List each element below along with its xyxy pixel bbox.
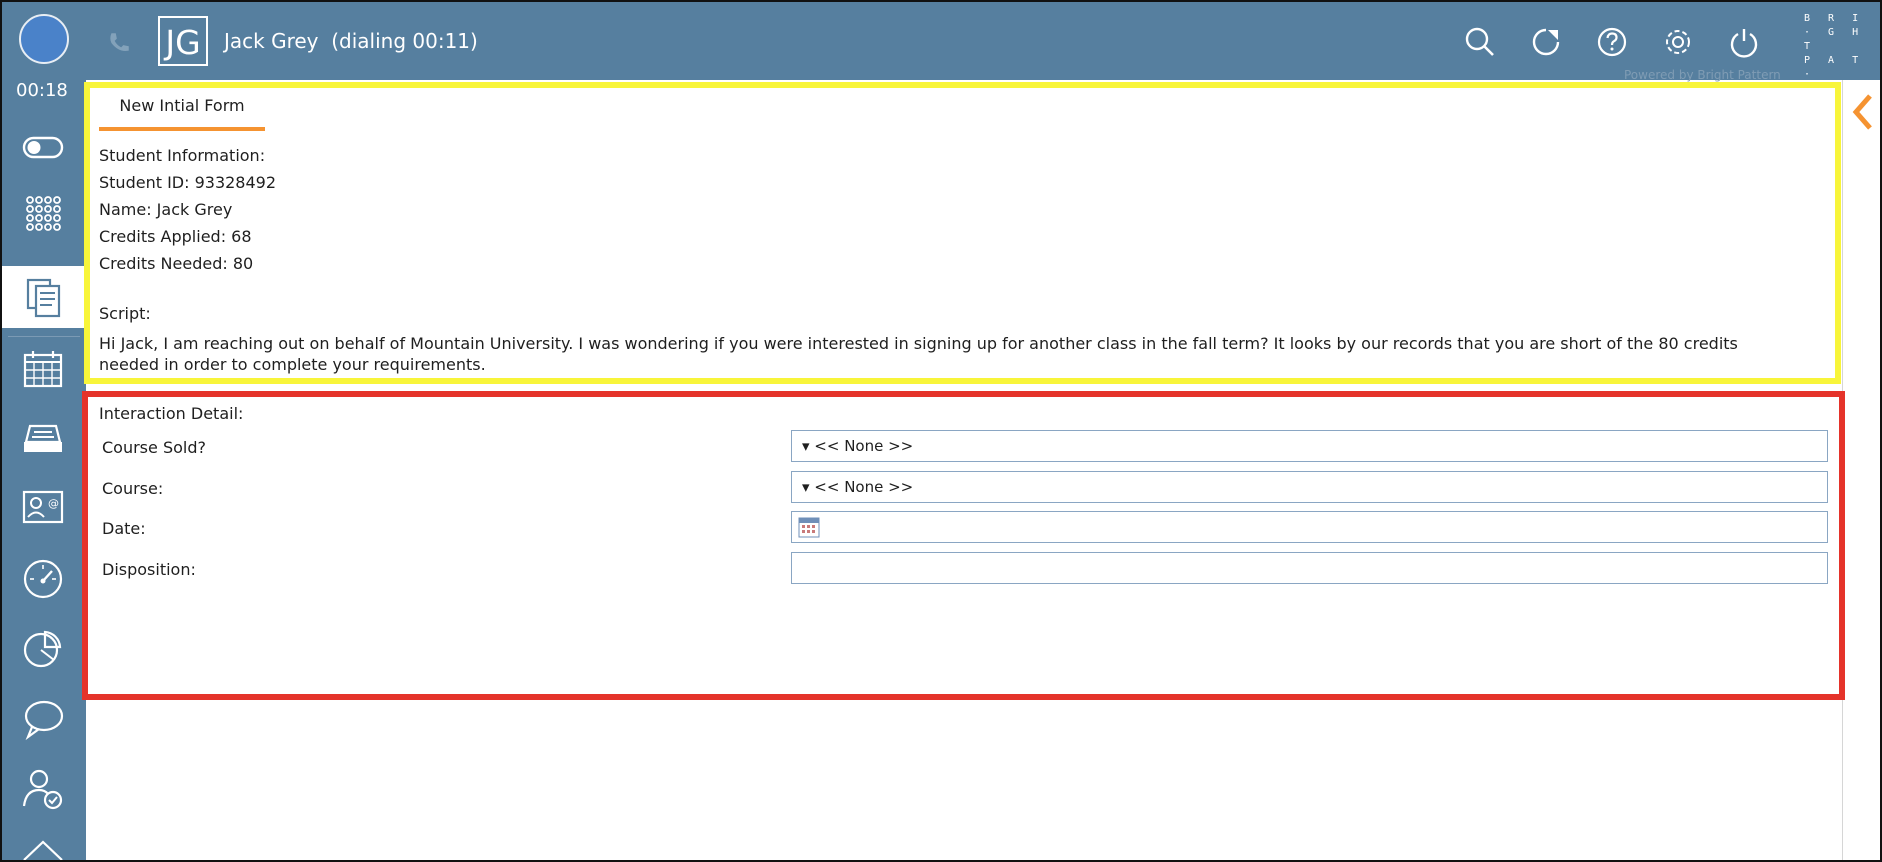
forms-icon: [26, 278, 61, 318]
caller-info: Jack Grey (dialing 00:11): [224, 29, 478, 53]
call-timer: 00:18: [16, 80, 68, 101]
course-select[interactable]: ▾ << None >>: [791, 471, 1828, 503]
disposition-field[interactable]: [791, 552, 1828, 584]
inbox-icon[interactable]: [20, 416, 66, 462]
sidebar-item-forms[interactable]: [2, 266, 86, 328]
sidebar: 00:18 @: [2, 80, 86, 860]
disposition-label: Disposition:: [102, 560, 196, 579]
date-label: Date:: [102, 519, 146, 538]
call-status: (dialing 00:11): [331, 29, 478, 53]
collapse-chevron-icon[interactable]: [1850, 92, 1876, 132]
course-sold-label: Course Sold?: [102, 438, 206, 457]
course-sold-value: ▾ << None >>: [802, 437, 914, 455]
active-tab-indicator: [99, 127, 265, 131]
date-field[interactable]: [791, 511, 1828, 543]
script-heading: Script:: [99, 304, 151, 323]
powered-by-text: Powered by Bright Pattern: [1624, 68, 1781, 82]
student-id-text: Student ID: 93328492: [99, 173, 277, 192]
brand-line: · G H T: [1804, 27, 1865, 52]
agent-avatar[interactable]: [19, 14, 69, 64]
chat-icon[interactable]: [20, 696, 66, 742]
date-picker-icon[interactable]: [798, 516, 820, 538]
top-bar: JG Jack Grey (dialing 00:11) B R I · G H…: [2, 2, 1880, 108]
credits-applied-text: Credits Applied: 68: [99, 227, 252, 246]
student-name-text: Name: Jack Grey: [99, 200, 233, 219]
course-value: ▾ << None >>: [802, 478, 914, 496]
sidebar-divider: [8, 336, 80, 337]
tab-new-initial-form[interactable]: New Intial Form: [99, 96, 265, 130]
pie-chart-icon[interactable]: [20, 626, 66, 672]
course-label: Course:: [102, 479, 164, 498]
dashboard-gauge-icon[interactable]: [20, 556, 66, 602]
script-text: Hi Jack, I am reaching out on behalf of …: [99, 334, 1738, 374]
power-icon[interactable]: [1728, 26, 1760, 58]
dialpad-icon[interactable]: [20, 192, 66, 238]
contact-card-icon[interactable]: @: [20, 486, 66, 532]
search-icon[interactable]: [1464, 26, 1496, 58]
caller-name: Jack Grey: [224, 29, 319, 53]
settings-icon[interactable]: [1662, 26, 1694, 58]
app-window: JG Jack Grey (dialing 00:11) B R I · G H…: [0, 0, 1882, 862]
calendar-icon[interactable]: [20, 346, 66, 392]
agent-status-icon[interactable]: [20, 766, 66, 812]
toggle-icon[interactable]: [20, 124, 66, 170]
help-icon[interactable]: [1596, 26, 1628, 58]
credits-needed-text: Credits Needed: 80: [99, 254, 254, 273]
refresh-icon[interactable]: [1530, 26, 1562, 58]
phone-icon[interactable]: [106, 30, 132, 56]
contact-initials: JG: [158, 16, 208, 66]
home-icon[interactable]: [20, 830, 66, 862]
brand-line: B R I: [1804, 13, 1865, 24]
student-info-heading: Student Information:: [99, 146, 266, 165]
interaction-detail-heading: Interaction Detail:: [99, 404, 244, 423]
svg-text:@: @: [48, 497, 59, 510]
brand-line: P A T ·: [1804, 55, 1865, 80]
course-sold-select[interactable]: ▾ << None >>: [791, 430, 1828, 462]
